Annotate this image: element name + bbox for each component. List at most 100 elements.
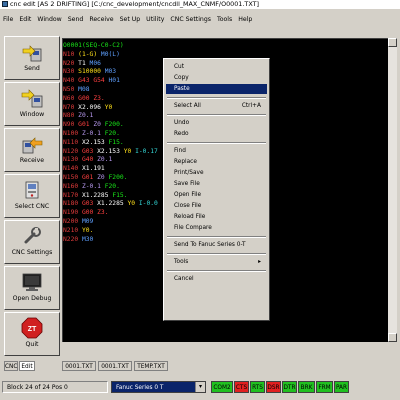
window-button[interactable]: Window bbox=[4, 82, 60, 126]
context-menu-item[interactable]: Open File bbox=[166, 190, 267, 200]
code-token: G00 bbox=[78, 94, 94, 102]
menu-separator bbox=[167, 236, 266, 238]
context-menu-item[interactable]: File Compare bbox=[166, 223, 267, 233]
context-menu-item[interactable]: Cut bbox=[166, 62, 267, 72]
code-line[interactable]: N180 G03 X1.2285 Y0 I-0.0 bbox=[63, 200, 158, 208]
menu-utility[interactable]: Utility bbox=[146, 16, 164, 23]
code-line[interactable]: N220 M30 bbox=[63, 236, 93, 244]
code-token: M08 bbox=[78, 86, 90, 93]
code-token: I-0.0 bbox=[138, 200, 158, 208]
code-line[interactable]: N120 G03 X2.153 Y0 I-0.17 bbox=[63, 148, 158, 156]
code-token: G54 bbox=[93, 77, 109, 85]
cnc-settings-button[interactable]: CNC Settings bbox=[4, 220, 60, 264]
machine-select[interactable]: Fanuc Series 0 T ▾ bbox=[111, 381, 206, 393]
menu-edit[interactable]: Edit bbox=[19, 16, 31, 23]
scroll-down-arrow[interactable] bbox=[388, 333, 397, 342]
send-button[interactable]: Send bbox=[4, 36, 60, 80]
menu-receive[interactable]: Receive bbox=[89, 16, 113, 23]
code-line[interactable]: N50 M08 bbox=[63, 86, 90, 94]
code-line[interactable]: N140 X1.191 bbox=[63, 165, 105, 173]
title-bar: cnc edit [AS 2 DRIFTING] [C:/cnc_develop… bbox=[0, 0, 400, 9]
menu-tools[interactable]: Tools bbox=[217, 16, 232, 23]
code-line[interactable]: N110 X2.153 F15. bbox=[63, 139, 124, 147]
menu-cnc-settings[interactable]: CNC Settings bbox=[170, 16, 211, 23]
quit-button[interactable]: ZT Quit bbox=[4, 312, 60, 356]
status-led-frm: FRM bbox=[316, 381, 333, 393]
code-line[interactable]: O0001(SEQ-C0-C2) bbox=[63, 42, 124, 50]
code-token: X2.153 bbox=[97, 147, 124, 155]
context-menu-item[interactable]: Print/Save bbox=[166, 168, 267, 178]
code-token: (1-G) bbox=[78, 50, 101, 58]
code-line[interactable]: N10 (1-G) M0(L) bbox=[63, 51, 120, 59]
context-menu-item[interactable]: Reload File bbox=[166, 212, 267, 222]
context-menu-item[interactable]: Select All Ctrl+A bbox=[166, 101, 267, 111]
scroll-up-arrow[interactable] bbox=[388, 38, 397, 47]
code-line[interactable]: N90 G01 Z0 F200. bbox=[63, 121, 124, 129]
vertical-scrollbar[interactable] bbox=[388, 38, 397, 342]
code-token: N70 bbox=[63, 103, 79, 111]
context-menu-item[interactable]: Tools ▸ bbox=[166, 257, 267, 267]
code-token: Y0 bbox=[104, 103, 113, 111]
context-menu-item[interactable]: Close File bbox=[166, 201, 267, 211]
code-line[interactable]: N60 G00 Z3. bbox=[63, 95, 105, 103]
code-line[interactable]: N40 G43 G54 H01 bbox=[63, 77, 120, 85]
context-menu-item-label: Replace bbox=[174, 159, 197, 165]
code-token: G00 bbox=[81, 209, 98, 217]
code-token: G01 bbox=[81, 174, 98, 181]
context-menu-item[interactable]: Replace bbox=[166, 157, 267, 167]
status-led-rts: RTS bbox=[250, 381, 265, 393]
context-menu-item-label: Copy bbox=[174, 75, 189, 81]
context-menu-item[interactable]: Copy bbox=[166, 73, 267, 83]
tab-file-2[interactable]: 0001.TXT bbox=[98, 361, 132, 371]
code-line[interactable]: N130 G40 Z0.1 bbox=[63, 156, 112, 164]
app-icon bbox=[2, 1, 8, 7]
context-menu-item[interactable]: Undo bbox=[166, 118, 267, 128]
code-token: F200. bbox=[104, 121, 124, 129]
menu-file[interactable]: File bbox=[3, 16, 13, 23]
context-menu-item[interactable]: Cancel bbox=[166, 274, 267, 284]
menu-setup[interactable]: Set Up bbox=[120, 16, 141, 23]
code-line[interactable]: N210 Y0. bbox=[63, 227, 93, 235]
menu-window[interactable]: Window bbox=[37, 16, 61, 23]
code-line[interactable]: N170 X1.2285 F15. bbox=[63, 192, 127, 200]
context-menu-item[interactable]: Paste bbox=[166, 84, 267, 94]
status-bar: Block 24 of 24 Pos 0 Fanuc Series 0 T ▾ … bbox=[0, 379, 400, 397]
code-token: N180 bbox=[63, 200, 82, 208]
code-line[interactable]: N160 Z-0.1 F20. bbox=[63, 183, 120, 191]
context-menu-item[interactable]: Redo bbox=[166, 129, 267, 139]
code-line[interactable]: N20 T1 M06 bbox=[63, 60, 101, 68]
context-menu-item[interactable]: Find bbox=[166, 146, 267, 156]
code-token: N50 bbox=[63, 86, 79, 93]
code-token: N80 bbox=[63, 112, 79, 120]
status-led-dsr: DSR bbox=[266, 381, 281, 393]
svg-text:ZT: ZT bbox=[28, 326, 37, 333]
code-line[interactable]: N190 G00 Z3. bbox=[63, 209, 109, 217]
code-line[interactable]: N70 X2.096 Y0 bbox=[63, 104, 112, 112]
code-line[interactable]: N200 M09 bbox=[63, 218, 93, 226]
code-line[interactable]: N100 Z-0.1 F20. bbox=[63, 130, 120, 138]
tab-cnc[interactable]: CNC bbox=[4, 361, 18, 371]
code-token: Z0 bbox=[93, 121, 105, 129]
tab-file-1[interactable]: 0001.TXT bbox=[62, 361, 96, 371]
context-menu-item-label: Send To Fanuc Series 0-T bbox=[174, 242, 246, 248]
tab-edit[interactable]: Edit bbox=[19, 361, 35, 371]
window-icon bbox=[21, 89, 43, 108]
open-debug-button[interactable]: Open Debug bbox=[4, 266, 60, 310]
code-line[interactable]: N30 S10000 M03 bbox=[63, 68, 116, 76]
tab-temp[interactable]: TEMP.TXT bbox=[134, 361, 168, 371]
menu-help[interactable]: Help bbox=[238, 16, 252, 23]
code-token: Z3. bbox=[93, 94, 105, 102]
receive-button[interactable]: Receive bbox=[4, 128, 60, 172]
chevron-down-icon[interactable]: ▾ bbox=[195, 382, 205, 392]
menu-send[interactable]: Send bbox=[68, 16, 84, 23]
context-menu-item[interactable]: Save File bbox=[166, 179, 267, 189]
code-token: N150 bbox=[63, 174, 82, 181]
code-line[interactable]: N150 G01 Z0 F200. bbox=[63, 174, 127, 182]
select-cnc-button[interactable]: Select CNC bbox=[4, 174, 60, 218]
context-menu-item-label: Paste bbox=[174, 86, 190, 92]
code-token: G43 bbox=[78, 77, 94, 85]
machine-name: Fanuc Series 0 T bbox=[116, 385, 164, 391]
code-token: F15. bbox=[108, 138, 124, 146]
context-menu-item[interactable]: Send To Fanuc Series 0-T bbox=[166, 240, 267, 250]
code-line[interactable]: N80 Z0.1 bbox=[63, 112, 93, 120]
